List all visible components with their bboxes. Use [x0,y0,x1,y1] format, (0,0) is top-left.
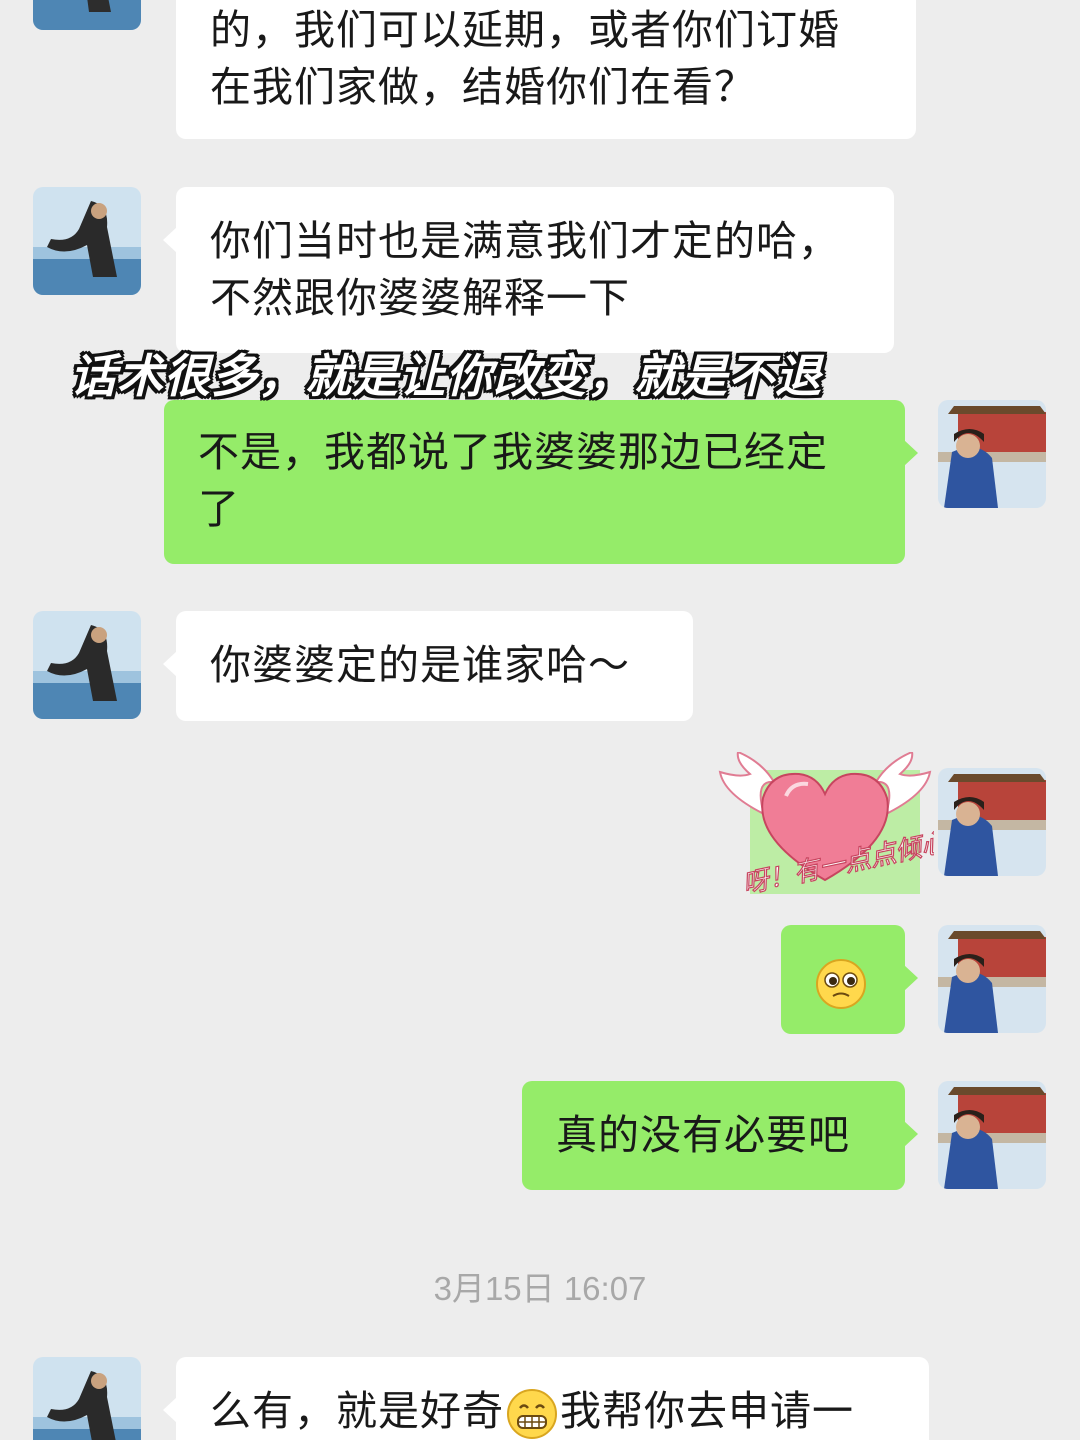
message-bubble-incoming[interactable]: 么有，就是好奇 我帮你去申请一 [163,1357,929,1440]
message-text-line: 在我们家做，结婚你们在看？ [210,63,756,111]
message-bubble-incoming[interactable]: 的，我们可以延期，或者你们订婚 在我们家做，结婚你们在看？ [176,0,916,139]
contact-avatar[interactable] [33,611,141,719]
message-text-line: 不然跟你婆婆解释一下 [210,274,630,322]
pleading-face-icon [816,959,866,1009]
overlay-caption: 话术很多，就是让你改变，就是不退 [70,349,822,403]
contact-avatar[interactable] [33,187,141,295]
message-bubble-incoming[interactable]: 你们当时也是满意我们才定的哈， 不然跟你婆婆解释一下 [163,187,894,353]
self-avatar[interactable] [938,768,1046,876]
message-bubble-outgoing[interactable] [781,925,918,1034]
message-text-line: 你们当时也是满意我们才定的哈， [210,217,840,265]
winged-heart-sticker[interactable]: 呀！有一点点倾心 [716,750,951,912]
contact-avatar[interactable] [33,1357,141,1440]
message-bubble-outgoing[interactable]: 真的没有必要吧 [522,1081,918,1190]
message-bubble-outgoing[interactable]: 不是，我都说了我婆婆那边已经定 了 [164,400,918,564]
message-text: 我帮你去申请一 [560,1387,854,1435]
message-text-line: 的，我们可以延期，或者你们订婚 [210,6,840,54]
message-bubble-incoming[interactable]: 你婆婆定的是谁家哈～ [163,611,693,721]
grinning-face-icon [507,1389,557,1439]
contact-avatar[interactable] [33,0,141,30]
self-avatar[interactable] [938,400,1046,508]
self-avatar[interactable] [938,1081,1046,1189]
message-text-line: 了 [198,485,240,533]
message-text: 么有，就是好奇 [210,1387,504,1435]
message-text-line: 你婆婆定的是谁家哈～ [210,641,630,689]
message-text-line: 不是，我都说了我婆婆那边已经定 [198,428,828,476]
chat-timestamp: 3月15日 16:07 [433,1270,647,1307]
message-text-line: 真的没有必要吧 [556,1111,850,1159]
self-avatar[interactable] [938,925,1046,1033]
